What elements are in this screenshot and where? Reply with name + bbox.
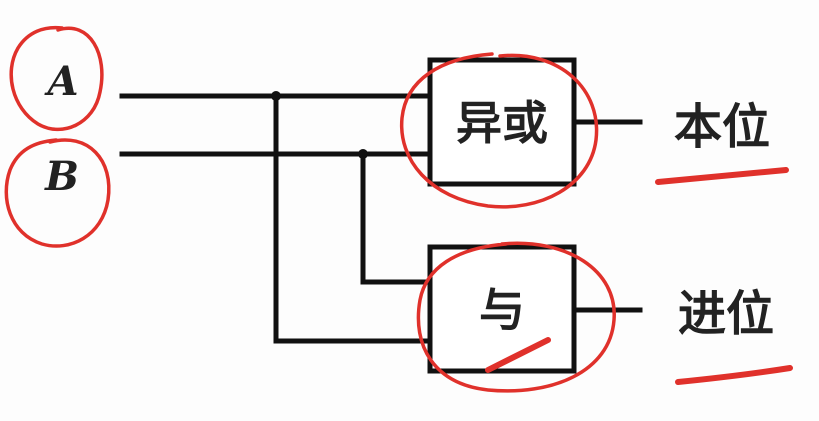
input-a-label: A	[43, 58, 78, 105]
wire-a-to-and	[273, 93, 433, 344]
carry-output-label: 进位	[678, 286, 774, 342]
xor-gate-label: 异或	[456, 96, 548, 150]
annotation-underline-sum	[655, 167, 789, 185]
annotation-underline-carry	[675, 365, 793, 385]
half-adder-diagram: 异或 与 A B 本位 进位	[0, 0, 819, 421]
junction-b	[358, 149, 368, 159]
and-gate-label: 与	[479, 283, 525, 337]
sum-output-label: 本位	[674, 99, 770, 155]
half-adder-svg: 异或 与 A B 本位 进位	[4, 25, 793, 393]
junction-a	[271, 91, 281, 101]
input-b-label: B	[44, 153, 79, 200]
